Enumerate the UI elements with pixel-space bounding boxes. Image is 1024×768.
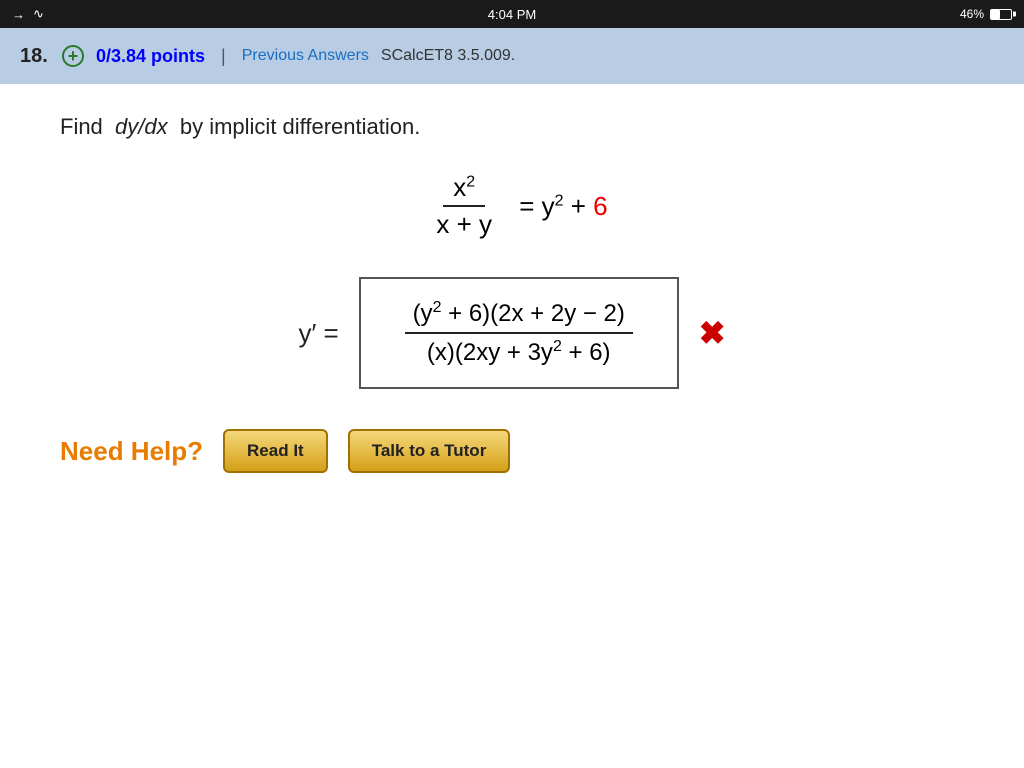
battery-percent: 46%	[960, 7, 984, 21]
need-help-label: Need Help?	[60, 436, 203, 467]
exponent-2: 2	[466, 173, 475, 190]
header-bar: 18. + 0/3.84 points | Previous Answers S…	[0, 28, 1024, 84]
read-it-button[interactable]: Read It	[223, 429, 328, 473]
wifi-icon: ∿	[33, 6, 44, 22]
answer-section: y′ = (y2 + 6)(2x + 2y − 2) (x)(2xy + 3y2…	[60, 277, 964, 389]
question-number: 18.	[20, 45, 50, 68]
problem-statement: Find dy/dx by implicit differentiation.	[60, 114, 964, 140]
equation-constant: 6	[593, 191, 607, 222]
status-time: 4:04 PM	[488, 7, 536, 22]
equation-display: x2 x + y = y2 + 6	[60, 170, 964, 242]
main-content: Find dy/dx by implicit differentiation. …	[0, 84, 1024, 503]
answer-numerator: (y2 + 6)(2x + 2y − 2)	[405, 295, 633, 334]
equation-equals: = y2 +	[512, 191, 593, 222]
arrow-icon: →	[12, 7, 25, 22]
derivative-notation: dy/dx	[115, 114, 168, 139]
equation-denominator: x + y	[426, 207, 502, 242]
equation-fraction: x2 x + y	[426, 170, 502, 242]
points-display: 0/3.84 points	[96, 46, 205, 67]
status-left: → ∿	[12, 6, 44, 22]
divider: |	[221, 46, 226, 67]
add-icon[interactable]: +	[62, 45, 84, 67]
status-right: 46%	[960, 7, 1012, 21]
y-prime-label: y′ =	[298, 318, 338, 349]
answer-fraction: (y2 + 6)(2x + 2y − 2) (x)(2xy + 3y2 + 6)	[405, 295, 633, 371]
battery-icon	[990, 9, 1012, 20]
talk-to-tutor-button[interactable]: Talk to a Tutor	[348, 429, 511, 473]
answer-denominator: (x)(2xy + 3y2 + 6)	[419, 334, 619, 371]
status-bar: → ∿ 4:04 PM 46%	[0, 0, 1024, 28]
statement-prefix: Find	[60, 114, 103, 139]
statement-suffix: by implicit differentiation.	[180, 114, 421, 139]
previous-answers-link[interactable]: Previous Answers	[242, 47, 369, 65]
textbook-reference: SCalcET8 3.5.009.	[381, 47, 515, 65]
answer-box: (y2 + 6)(2x + 2y − 2) (x)(2xy + 3y2 + 6)	[359, 277, 679, 389]
equation-numerator: x2	[443, 170, 485, 207]
help-section: Need Help? Read It Talk to a Tutor	[60, 429, 964, 473]
wrong-mark-icon: ✖	[699, 314, 726, 352]
